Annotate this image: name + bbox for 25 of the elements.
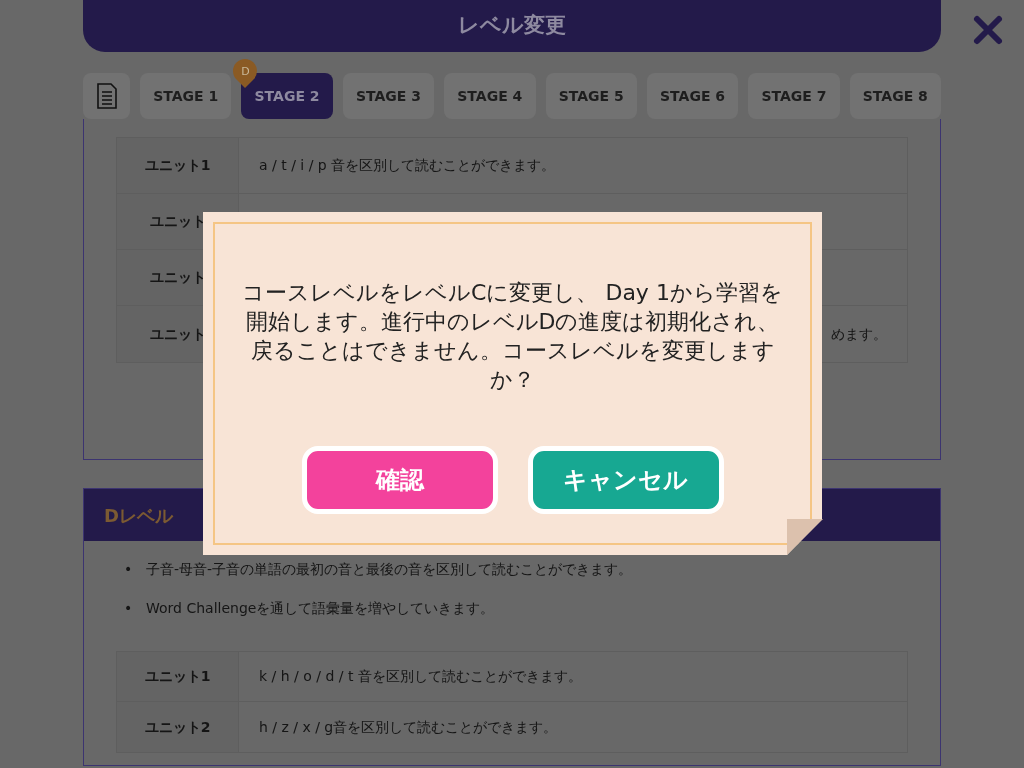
bullet-text: 子音-母音-子音の単語の最初の音と最後の音を区別して読むことができます。 — [146, 560, 633, 579]
bullet-marker: • — [124, 599, 134, 618]
cancel-button[interactable]: キャンセル — [527, 446, 724, 514]
stage-tab[interactable]: STAGE 4 — [444, 73, 536, 119]
unit-label: ユニット2 — [117, 702, 239, 752]
stage-tab[interactable]: STAGE 8 — [849, 73, 941, 119]
document-icon[interactable] — [83, 73, 130, 119]
unit-description: h / z / x / g音を区別して読むことができます。 — [259, 717, 558, 737]
close-icon[interactable] — [972, 14, 1004, 46]
header-title: レベル変更 — [458, 12, 566, 40]
bullet-text: Word Challengeを通して語彙量を増やしていきます。 — [146, 599, 495, 618]
dialog-message: コースレベルをレベルCに変更し、 Day 1から学習を開始します。進行中のレベルDの進度は初期化され、戻ることはできません。コースレベルを変更しますか？ — [241, 279, 784, 394]
confirm-button[interactable]: 確認 — [301, 446, 498, 514]
unit-description: k / h / o / d / t 音を区別して読むことができます。 — [259, 667, 582, 686]
unit-description: めます。 — [831, 324, 887, 344]
bullet-marker: • — [124, 560, 134, 579]
stage-tab[interactable]: STAGE 6 — [646, 73, 739, 119]
stage-tab[interactable]: STAGE 5 — [545, 73, 637, 119]
stage-tab[interactable]: STAGE 1 — [140, 73, 232, 119]
section-title: Dレベル — [104, 503, 173, 528]
unit-label: ユニット1 — [117, 138, 239, 193]
unit-description: a / t / i / p 音を区別して読むことができます。 — [259, 156, 556, 175]
unit-label: ユニット1 — [117, 652, 239, 701]
stage-tab[interactable]: STAGE 7 — [748, 73, 840, 119]
stage-tab[interactable]: STAGE 3 — [342, 73, 435, 119]
